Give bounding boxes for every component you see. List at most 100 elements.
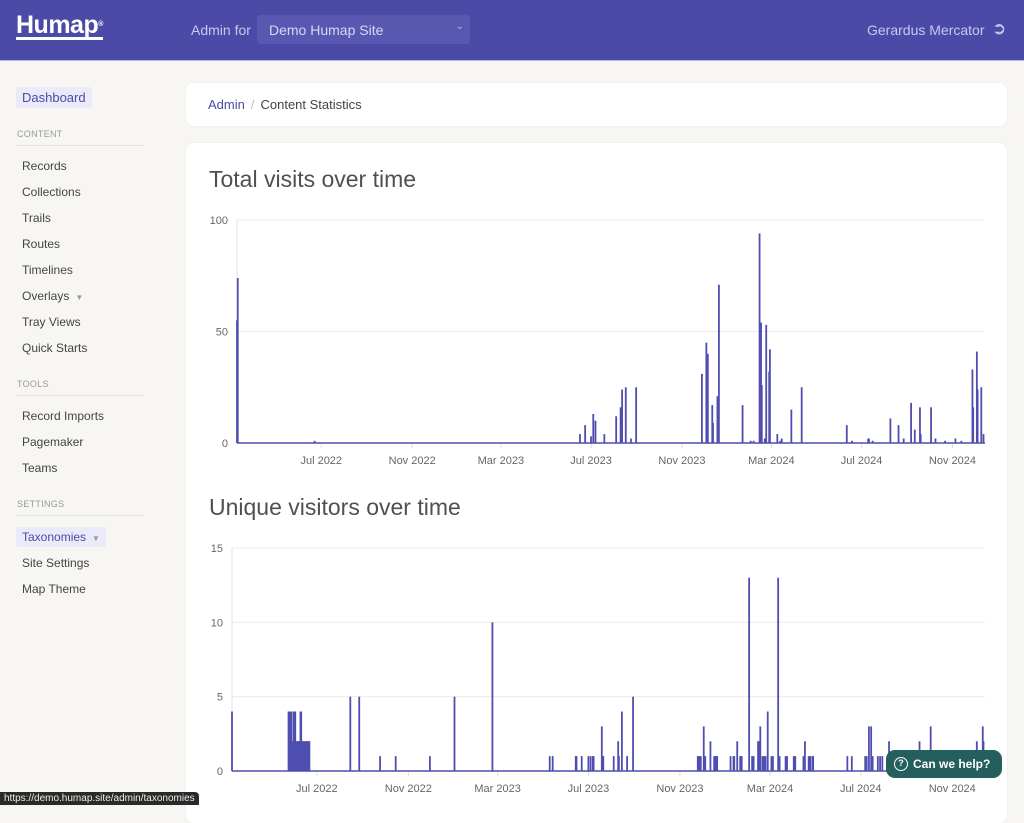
x-tick-label: Nov 2022 xyxy=(385,783,432,795)
bar xyxy=(944,440,946,443)
admin-for-label: Admin for xyxy=(191,22,251,38)
top-bar: Humap® Admin for Demo Humap Site ⌄ Gerard… xyxy=(0,0,1024,61)
sidebar-item-label: Routes xyxy=(22,237,61,251)
x-tick-label: Jul 2024 xyxy=(840,783,882,795)
bar xyxy=(759,726,762,771)
sidebar-item-taxonomies[interactable]: Taxonomies ▼ xyxy=(16,527,106,547)
sidebar-item-label: Pagemaker xyxy=(22,435,84,449)
bar xyxy=(749,440,752,443)
sidebar-item-dashboard[interactable]: Dashboard xyxy=(16,87,92,108)
bar xyxy=(786,756,788,771)
x-tick-label: Nov 2022 xyxy=(389,455,436,467)
sidebar-item-routes[interactable]: Routes xyxy=(22,237,60,251)
sidebar-item-label: Teams xyxy=(22,461,58,475)
unique-visitors-chart: 0 5 10 15 Jul 2022 Nov 2022 Mar 2023 Jul 2023 No… xyxy=(211,543,985,795)
sidebar-item-record-imports[interactable]: Record Imports xyxy=(22,409,104,423)
bar xyxy=(349,696,352,771)
bar xyxy=(590,436,592,443)
bar xyxy=(592,414,595,443)
bar xyxy=(760,385,763,443)
user-name[interactable]: Gerardus Mercator xyxy=(867,22,984,38)
bar xyxy=(850,756,853,771)
sidebar-item-collections[interactable]: Collections xyxy=(22,185,81,199)
bar xyxy=(851,440,853,443)
bar xyxy=(800,387,803,443)
bar xyxy=(589,756,592,771)
bar xyxy=(548,756,551,771)
sidebar-section-content: CONTENT xyxy=(17,129,143,146)
y-tick-label: 0 xyxy=(222,438,228,450)
sidebar-item-label: Tray Views xyxy=(22,315,81,329)
sidebar-item-records[interactable]: Records xyxy=(22,159,67,173)
sidebar-item-timelines[interactable]: Timelines xyxy=(22,263,73,277)
x-tick-label: Mar 2024 xyxy=(747,783,793,795)
bar xyxy=(308,741,311,771)
y-tick-label: 0 xyxy=(217,766,223,778)
bar xyxy=(845,425,848,443)
logo-text: Humap xyxy=(16,11,99,39)
bar xyxy=(231,711,233,771)
bar xyxy=(632,696,634,771)
caret-down-icon[interactable]: ▼ xyxy=(92,534,100,543)
bar xyxy=(491,622,494,771)
sidebar-item-pagemaker[interactable]: Pagemaker xyxy=(22,435,83,449)
sidebar-item-label: Timelines xyxy=(22,263,73,277)
sidebar-item-teams[interactable]: Teams xyxy=(22,461,57,475)
bar xyxy=(748,577,751,771)
x-tick-label: Nov 2023 xyxy=(658,455,705,467)
help-label: Can we help? xyxy=(913,757,991,771)
bar xyxy=(777,577,780,771)
bar xyxy=(881,756,884,771)
bar xyxy=(876,756,879,771)
bar xyxy=(712,422,714,443)
bar xyxy=(699,756,702,771)
bar xyxy=(729,756,732,771)
y-tick-label: 10 xyxy=(211,617,223,629)
bar xyxy=(982,434,985,443)
humap-logo[interactable]: Humap® xyxy=(16,11,103,40)
bar xyxy=(584,425,587,443)
bar xyxy=(236,277,239,443)
y-tick-label: 5 xyxy=(217,692,223,704)
sign-out-icon[interactable]: ➲ xyxy=(992,19,1006,39)
bar xyxy=(794,756,797,771)
sidebar-item-site-settings[interactable]: Site Settings xyxy=(22,556,89,570)
bar xyxy=(871,440,874,443)
breadcrumb-current: Content Statistics xyxy=(260,97,362,112)
caret-down-icon[interactable]: ▼ xyxy=(75,293,83,302)
bar xyxy=(740,756,743,771)
bar xyxy=(592,756,595,771)
sidebar-section-tools: TOOLS xyxy=(17,379,143,396)
bar xyxy=(776,434,779,443)
sidebar-item-tray-views[interactable]: Tray Views xyxy=(22,315,81,329)
site-select[interactable]: Demo Humap Site ⌄ xyxy=(257,15,470,44)
total-visits-chart: 0 50 100 Jul 2022 Nov 2022 Mar 2023 Jul 2023 No… xyxy=(210,215,985,467)
x-tick-label: Nov 2024 xyxy=(929,783,976,795)
bar xyxy=(752,756,755,771)
bar xyxy=(701,373,703,443)
sidebar-item-label: Record Imports xyxy=(22,409,105,423)
bar xyxy=(358,696,361,771)
sidebar-item-label: Site Settings xyxy=(22,556,90,570)
bar xyxy=(704,756,707,771)
bar xyxy=(809,756,812,771)
bar xyxy=(902,438,905,443)
sidebar-item-quick-starts[interactable]: Quick Starts xyxy=(22,341,87,355)
bar xyxy=(972,407,975,443)
bar xyxy=(626,756,629,771)
bar xyxy=(868,438,870,443)
sidebar-item-overlays[interactable]: Overlays ▼ xyxy=(22,289,83,303)
bar xyxy=(804,741,806,771)
bar xyxy=(706,353,709,443)
breadcrumb-admin-link[interactable]: Admin xyxy=(208,97,245,112)
bar xyxy=(765,324,768,443)
sidebar-item-label: Map Theme xyxy=(22,582,86,596)
bar xyxy=(620,711,623,771)
help-button[interactable]: ? Can we help? xyxy=(886,750,1002,778)
sidebar-item-trails[interactable]: Trails xyxy=(22,211,51,225)
x-tick-label: Jul 2023 xyxy=(570,455,612,467)
bar xyxy=(980,387,983,443)
sidebar-item-map-theme[interactable]: Map Theme xyxy=(22,582,86,596)
bar xyxy=(612,756,615,771)
x-tick-label: Jul 2023 xyxy=(568,783,610,795)
